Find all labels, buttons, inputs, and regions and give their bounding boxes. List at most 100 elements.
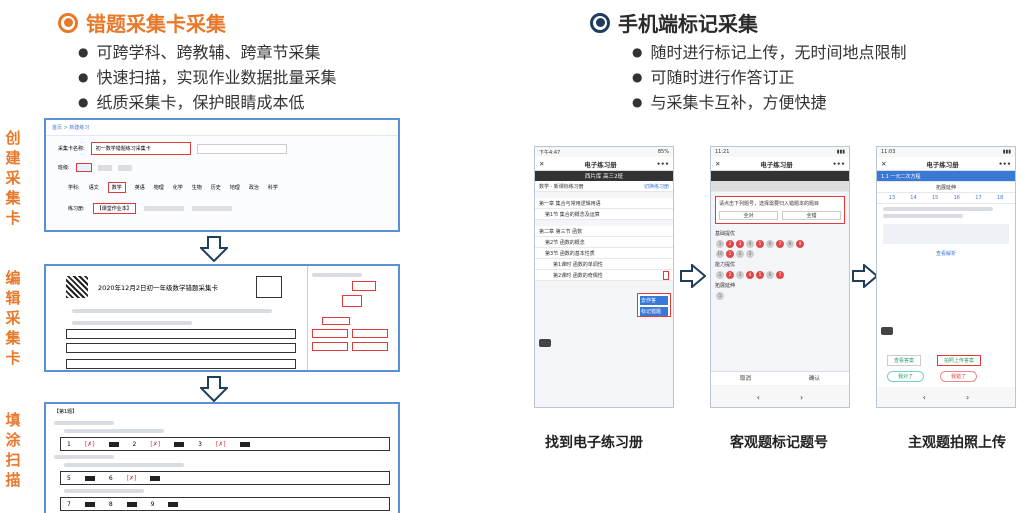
- more-icon[interactable]: •••: [657, 160, 669, 168]
- confirm-button[interactable]: 确认: [780, 372, 849, 385]
- question-tab[interactable]: 17: [975, 195, 981, 201]
- question-dot[interactable]: 5: [756, 240, 764, 248]
- question-dot[interactable]: 1: [716, 240, 724, 248]
- question-tab[interactable]: 15: [932, 195, 938, 201]
- list-item[interactable]: 第2课时 函数的奇偶性: [535, 270, 673, 281]
- list-item[interactable]: 第二章 第三节 函数: [535, 226, 673, 237]
- edit-option[interactable]: [342, 295, 362, 307]
- question-dot[interactable]: 4: [746, 271, 754, 279]
- i-am-right-button[interactable]: 我对了: [887, 371, 925, 382]
- question-dot[interactable]: 8: [786, 240, 794, 248]
- question-tab[interactable]: 16: [954, 195, 960, 201]
- i-am-wrong-button[interactable]: 我错了: [940, 371, 978, 382]
- subject-option[interactable]: 物理: [154, 184, 164, 191]
- edit-button[interactable]: [312, 342, 348, 351]
- question-dot[interactable]: 4: [746, 240, 754, 248]
- edit-option[interactable]: [322, 317, 350, 325]
- type-option[interactable]: [117, 164, 132, 171]
- radio-bullet-icon: [590, 12, 610, 33]
- name-input[interactable]: 初一数学错题练习采集卡: [90, 142, 191, 155]
- subject-option[interactable]: 政治: [249, 184, 259, 191]
- question-dot[interactable]: 1: [716, 292, 724, 300]
- forward-icon[interactable]: ›: [966, 387, 969, 407]
- question-tab[interactable]: 14: [910, 195, 916, 201]
- grade-selector[interactable]: [711, 171, 849, 181]
- phone-workbook-list: 下午4:47 85% ✕ 电子练习册 ••• 西片库 高三2班 数学 · 新课标练…: [534, 146, 674, 408]
- edit-button[interactable]: [312, 329, 348, 338]
- more-icon[interactable]: •••: [999, 160, 1011, 168]
- right-bullet: 随时进行标记上传，无时间地点限制: [632, 40, 906, 65]
- upload-photo-button[interactable]: 拍照上传答案: [937, 355, 982, 366]
- subject-option[interactable]: 英语: [135, 184, 145, 191]
- subject-option[interactable]: 地理: [230, 184, 240, 191]
- scan-item-label: 【第1题】: [54, 409, 78, 415]
- more-icon[interactable]: •••: [833, 160, 845, 168]
- question-dot[interactable]: 7: [776, 240, 784, 248]
- grade-selector[interactable]: 西片库 高三2班: [535, 171, 673, 181]
- down-arrow-icon: [200, 236, 228, 262]
- answer-button[interactable]: 去作答: [640, 296, 668, 305]
- all-wrong-button[interactable]: 全错: [782, 211, 841, 220]
- question-dot[interactable]: 6: [766, 271, 774, 279]
- close-icon[interactable]: ✕: [881, 160, 886, 168]
- subject-option[interactable]: 历史: [211, 184, 221, 191]
- scan-card-screenshot: 【第1题】 1 [✗] 2 [✗] 3 [✗] 5 6 [✗] 7 8 9: [44, 402, 400, 513]
- view-answer-button[interactable]: 查看答案: [887, 355, 922, 366]
- subject-option[interactable]: 生物: [192, 184, 202, 191]
- subject-option-selected[interactable]: 数学: [107, 182, 126, 193]
- forward-icon[interactable]: ›: [800, 387, 803, 407]
- mark-wrong-button[interactable]: 标记错题: [640, 307, 668, 316]
- edit-button[interactable]: [352, 329, 388, 338]
- floating-icon[interactable]: [539, 339, 551, 347]
- name-extra-input[interactable]: [196, 143, 287, 154]
- right-section-title: 手机端标记采集: [590, 8, 758, 37]
- question-dot[interactable]: 10: [716, 250, 724, 258]
- practice-option[interactable]: [143, 206, 184, 211]
- switch-link[interactable]: 切换练习册: [644, 183, 669, 190]
- question-dot[interactable]: 1: [726, 250, 734, 258]
- question-dot[interactable]: 5: [756, 271, 764, 279]
- qr-code-icon: [66, 276, 88, 298]
- practice-option-selected[interactable]: 【课堂作业本】: [92, 203, 136, 214]
- question-dot[interactable]: 3: [746, 250, 754, 258]
- list-item[interactable]: 第1课时 函数的单调性: [535, 259, 673, 270]
- list-item[interactable]: 第一章 集合与常用逻辑用语: [535, 198, 673, 209]
- question-dot[interactable]: 7: [776, 271, 784, 279]
- right-arrow-icon: [680, 264, 706, 288]
- phone-photo-upload: 11:03 ▮▮▮ ✕ 电子练习册 ••• 1.1 一元二次方程 拓展延伸 13 …: [876, 146, 1016, 408]
- subject-option[interactable]: 语文: [89, 184, 99, 191]
- all-right-button[interactable]: 全对: [719, 211, 778, 220]
- back-icon[interactable]: ‹: [923, 387, 926, 407]
- subject-label: 学科:: [68, 185, 80, 191]
- question-tab[interactable]: 18: [997, 195, 1003, 201]
- question-dot[interactable]: 6: [766, 240, 774, 248]
- question-dot[interactable]: 3: [736, 271, 744, 279]
- back-icon[interactable]: ‹: [757, 387, 760, 407]
- expand-handle[interactable]: [663, 270, 669, 280]
- floating-icon[interactable]: [881, 327, 893, 335]
- practice-option[interactable]: [191, 206, 232, 211]
- list-item[interactable]: 第3节 函数的基本性质: [535, 248, 673, 259]
- question-dot[interactable]: 9: [796, 240, 804, 248]
- edit-button[interactable]: [352, 342, 388, 351]
- question-dot[interactable]: 2: [726, 240, 734, 248]
- list-item[interactable]: 第1节 集合的概念及运算: [535, 209, 673, 220]
- cancel-button[interactable]: 取消: [711, 372, 780, 385]
- list-item[interactable]: 第2节 函数的概念: [535, 237, 673, 248]
- close-icon[interactable]: ✕: [539, 160, 544, 168]
- left-bullet: 纸质采集卡，保护眼睛成本低: [78, 90, 337, 115]
- type-option[interactable]: [97, 164, 112, 171]
- close-icon[interactable]: ✕: [715, 160, 720, 168]
- question-dot[interactable]: 3: [736, 240, 744, 248]
- section-label: 能力提优: [715, 262, 736, 268]
- question-dot[interactable]: 2: [726, 271, 734, 279]
- type-option[interactable]: [75, 163, 92, 172]
- caption-mark-objective: 客观题标记题号: [730, 435, 828, 451]
- question-dot[interactable]: 1: [716, 271, 724, 279]
- analysis-link[interactable]: 查看解析: [877, 250, 1015, 257]
- question-tab[interactable]: 13: [889, 195, 895, 201]
- question-dot[interactable]: 2: [736, 250, 744, 258]
- subject-option[interactable]: 化学: [173, 184, 183, 191]
- edit-option[interactable]: [352, 281, 376, 291]
- subject-option[interactable]: 科学: [268, 184, 278, 191]
